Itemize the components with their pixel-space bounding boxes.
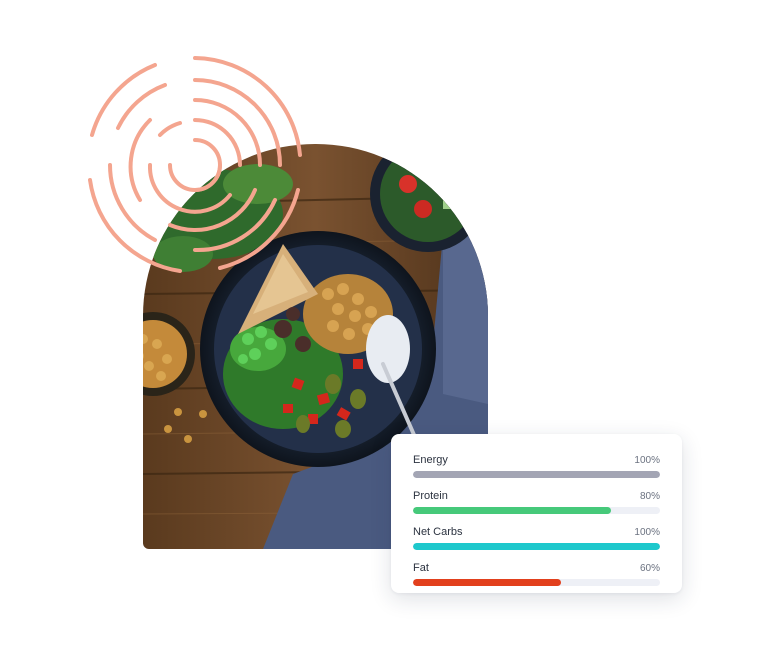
nutrient-percent: 100% (634, 455, 660, 466)
nutrient-label: Protein (413, 490, 448, 502)
nutrient-fat: Fat 60% (413, 562, 660, 586)
nutrient-bar-track (413, 579, 660, 586)
nutrient-net-carbs: Net Carbs 100% (413, 526, 660, 550)
nutrient-bar-track (413, 471, 660, 478)
nutrient-percent: 100% (634, 527, 660, 538)
nutrient-label: Fat (413, 562, 429, 574)
nutrient-protein: Protein 80% (413, 490, 660, 514)
nutrient-percent: 60% (639, 563, 660, 574)
nutrient-label: Energy (413, 454, 448, 466)
nutrient-energy: Energy 100% (413, 454, 660, 478)
nutrient-bar-fill (413, 471, 660, 478)
nutrient-bar-track (413, 507, 660, 514)
nutrient-label: Net Carbs (413, 526, 463, 538)
nutrient-percent: 80% (639, 491, 660, 502)
nutrient-bar-fill (413, 507, 611, 514)
nutrient-bar-fill (413, 579, 562, 586)
nutrient-bar-track (413, 543, 660, 550)
nutrition-card: Energy 100% Protein 80% Net Carbs 100% F… (391, 434, 682, 593)
nutrient-bar-fill (413, 543, 660, 550)
